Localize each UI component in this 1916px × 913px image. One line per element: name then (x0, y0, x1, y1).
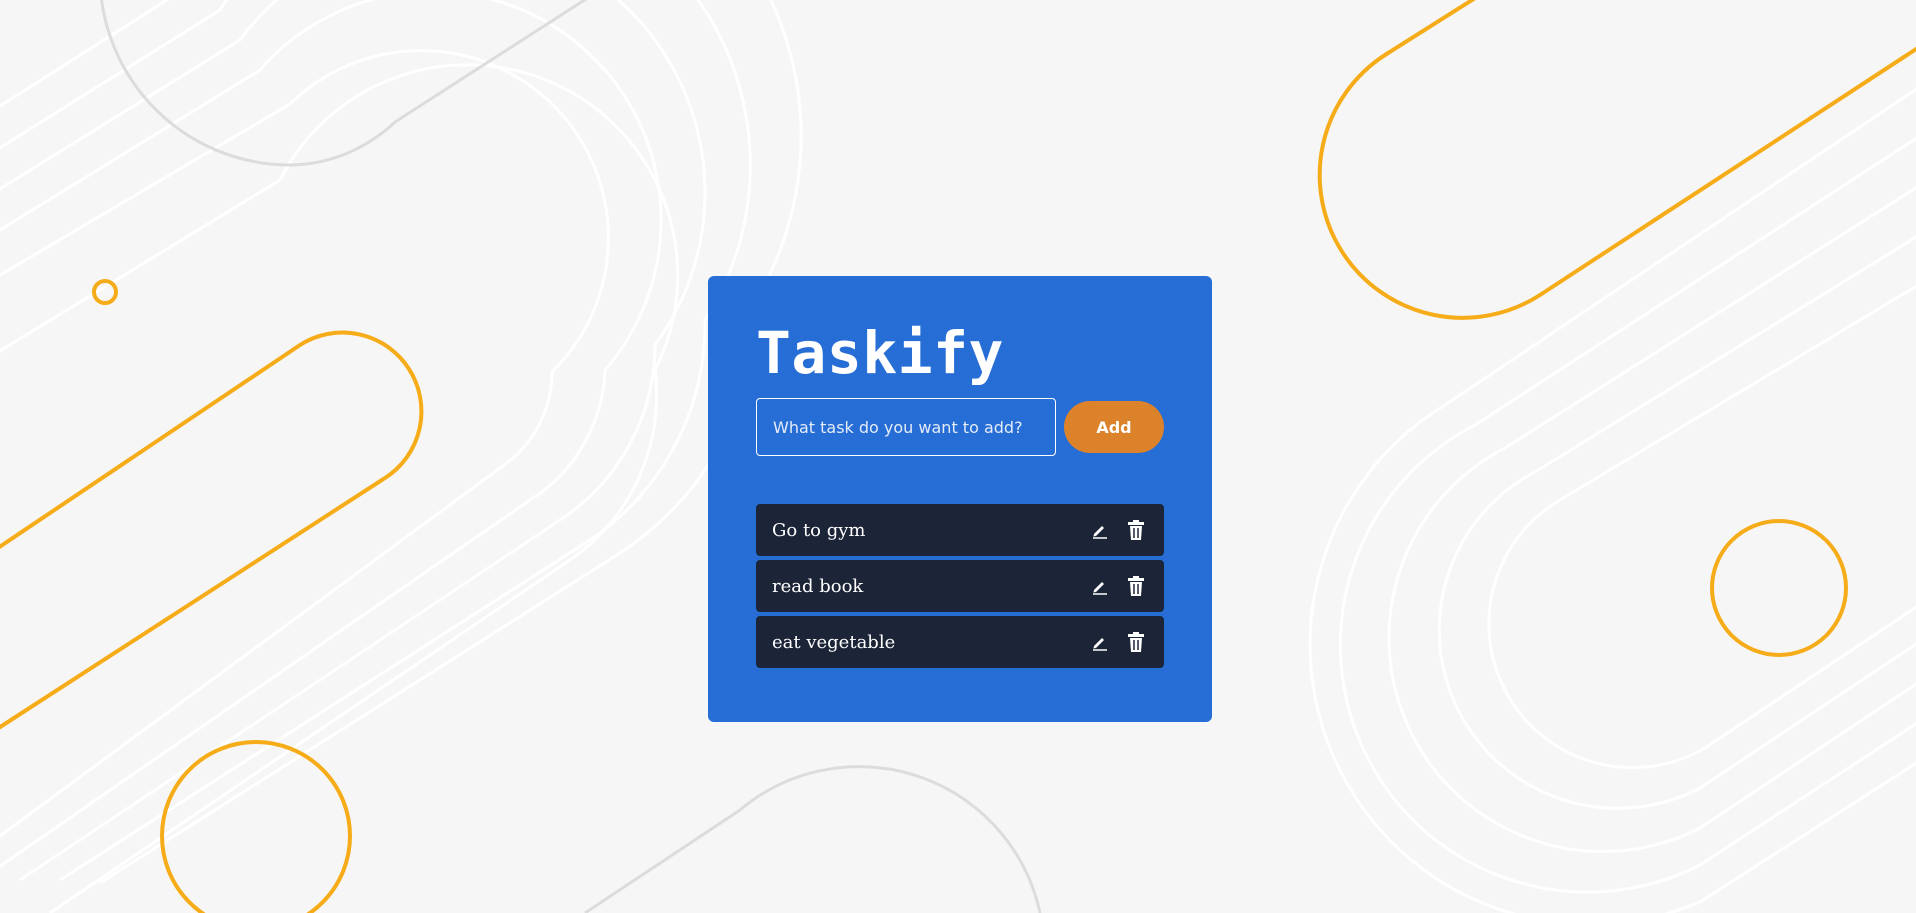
task-input[interactable] (756, 398, 1056, 456)
trash-icon[interactable] (1124, 518, 1148, 542)
add-button[interactable]: Add (1064, 401, 1164, 453)
trash-icon[interactable] (1124, 630, 1148, 654)
pencil-icon[interactable] (1088, 630, 1112, 654)
task-text: read book (772, 575, 864, 597)
pencil-icon[interactable] (1088, 574, 1112, 598)
trash-icon[interactable] (1124, 574, 1148, 598)
pencil-icon[interactable] (1088, 518, 1112, 542)
task-item: Go to gym (756, 504, 1164, 556)
task-text: Go to gym (772, 519, 866, 541)
taskify-card: Taskify Add Go to gym read book eat vege… (708, 276, 1212, 722)
task-list: Go to gym read book eat vegetable (756, 504, 1164, 668)
task-item: eat vegetable (756, 616, 1164, 668)
task-item: read book (756, 560, 1164, 612)
add-task-form: Add (756, 398, 1164, 456)
app-title: Taskify (756, 319, 1004, 387)
task-text: eat vegetable (772, 631, 896, 653)
